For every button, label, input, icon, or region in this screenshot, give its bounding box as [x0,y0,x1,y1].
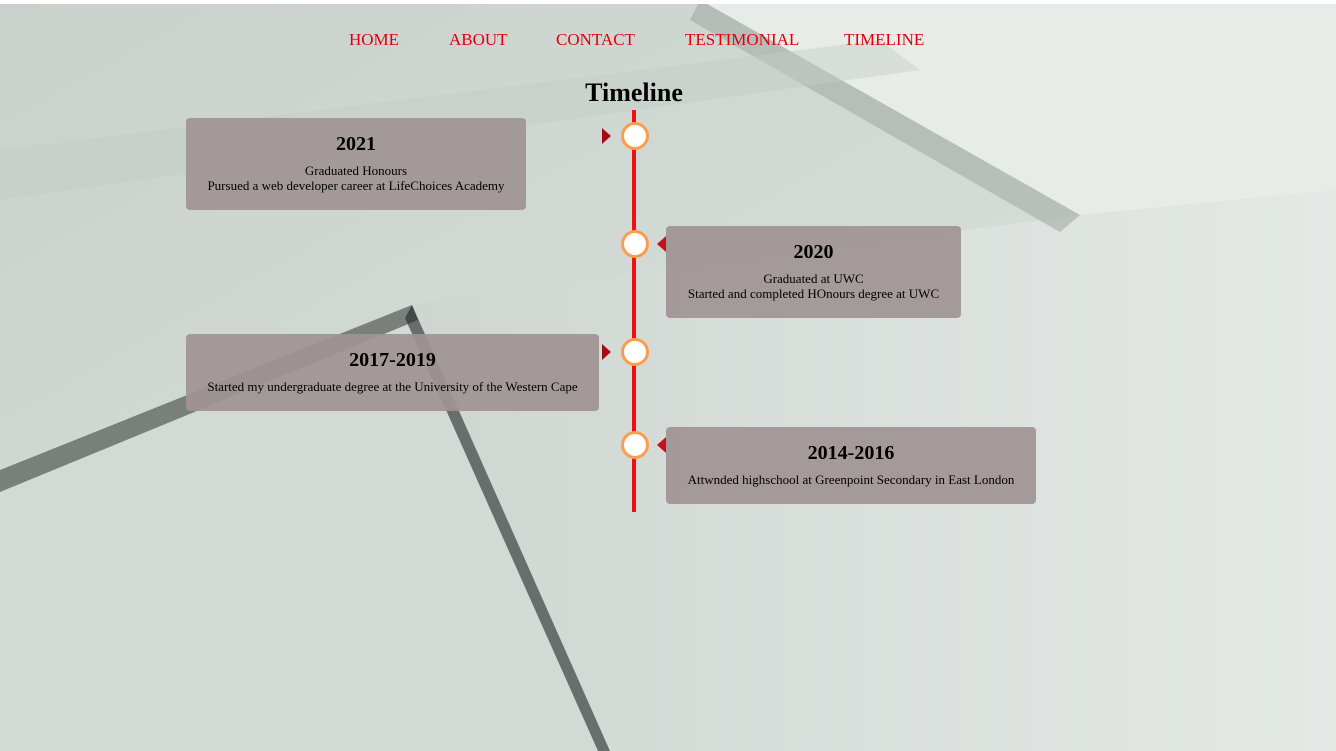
timeline-text: Pursued a web developer career at LifeCh… [207,178,505,193]
timeline-pointer-arrow [602,344,611,360]
nav-timeline-link[interactable]: TIMELINE [844,30,924,50]
timeline-card-2020: 2020 Graduated at UWC Started and comple… [666,226,961,318]
timeline-dot [621,230,649,258]
timeline-pointer-arrow [602,128,611,144]
timeline-dot [621,122,649,150]
timeline-pointer-arrow [657,437,666,453]
timeline-text: Graduated at UWC [763,271,864,286]
timeline-card-2017-2019: 2017-2019 Started my undergraduate degre… [186,334,599,411]
nav-home-link[interactable]: HOME [349,30,399,50]
timeline-pointer-arrow [657,236,666,252]
page-title: Timeline [585,78,683,107]
timeline-year: 2021 [336,133,376,155]
timeline-dot [621,338,649,366]
top-border [0,0,1336,4]
timeline-text: Graduated Honours [304,163,408,178]
timeline-text: Started and completed HOnours degree at … [687,286,940,301]
nav-about-link[interactable]: ABOUT [449,30,508,50]
main-nav: HOME ABOUT CONTACT TESTIMONIAL TIMELINE [0,30,1336,54]
nav-testimonial-link[interactable]: TESTIMONIAL [685,30,799,50]
timeline-dot [621,431,649,459]
timeline-text: Started my undergraduate degree at the U… [207,379,578,394]
timeline-card-2014-2016: 2014-2016 Attwnded highschool at Greenpo… [666,427,1036,504]
timeline-year: 2014-2016 [807,442,895,464]
timeline-text: Attwnded highschool at Greenpoint Second… [687,472,1015,487]
timeline-year: 2017-2019 [349,349,436,371]
nav-contact-link[interactable]: CONTACT [556,30,635,50]
timeline-year: 2020 [793,241,834,263]
timeline-card-2021: 2021 Graduated Honours Pursued a web dev… [186,118,526,210]
